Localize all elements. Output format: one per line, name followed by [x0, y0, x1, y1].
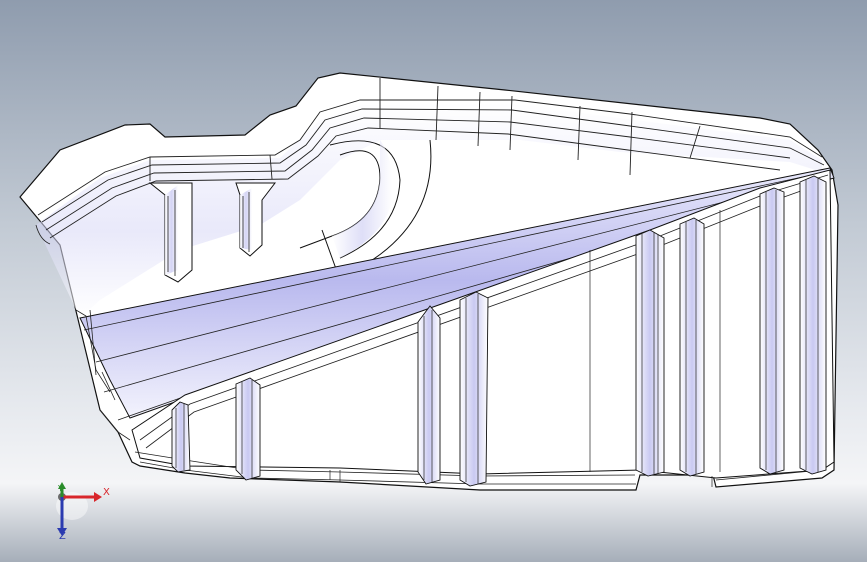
- axis-z-label: Z: [59, 531, 66, 542]
- axis-y-label: Y: [58, 484, 63, 493]
- axis-x-label: X: [103, 487, 110, 498]
- coordinate-triad: X Y Z: [40, 476, 120, 546]
- sheet-metal-part-model[interactable]: [0, 0, 867, 562]
- graphics-viewport[interactable]: X Y Z: [0, 0, 867, 562]
